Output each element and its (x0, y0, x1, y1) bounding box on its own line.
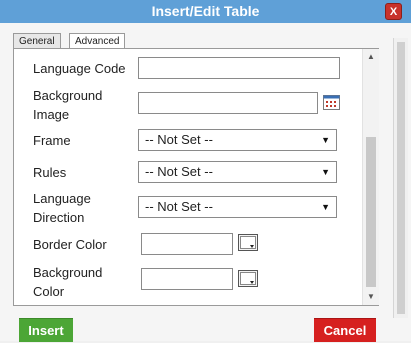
background-color-label-line1: Background (33, 265, 103, 280)
background-color-label-line2: Color (33, 284, 65, 299)
background-image-label-line2: Image (33, 107, 70, 122)
scroll-up-icon[interactable]: ▲ (363, 49, 379, 65)
rules-select-value: -- Not Set -- (145, 164, 213, 179)
language-code-input[interactable] (138, 57, 340, 79)
browse-icon[interactable] (323, 95, 340, 110)
rules-select[interactable]: -- Not Set -- ▼ (138, 161, 337, 183)
cancel-button[interactable]: Cancel (314, 318, 376, 342)
dialog-titlebar[interactable]: Insert/Edit Table X (0, 0, 411, 24)
frame-label: Frame (33, 133, 71, 148)
dialog-title: Insert/Edit Table (151, 3, 260, 19)
border-color-input[interactable] (141, 233, 233, 255)
language-direction-select-value: -- Not Set -- (145, 199, 213, 214)
chevron-down-icon: ▼ (321, 135, 330, 145)
chevron-down-icon: ▼ (321, 167, 330, 177)
color-picker-icon[interactable] (238, 234, 258, 251)
close-button[interactable]: X (385, 3, 402, 20)
tab-general[interactable]: General (13, 33, 61, 49)
border-color-label: Border Color (33, 237, 107, 252)
frame-select[interactable]: -- Not Set -- ▼ (138, 129, 337, 151)
language-direction-label-line1: Language (33, 191, 91, 206)
background-color-input[interactable] (141, 268, 233, 290)
language-direction-select[interactable]: -- Not Set -- ▼ (138, 196, 337, 218)
dialog-scroll-thumb[interactable] (397, 42, 405, 314)
dialog-scrollbar[interactable] (393, 38, 408, 318)
scroll-down-icon[interactable]: ▼ (363, 289, 379, 305)
scroll-thumb[interactable] (366, 137, 376, 287)
insert-button[interactable]: Insert (19, 318, 73, 342)
frame-select-value: -- Not Set -- (145, 132, 213, 147)
chevron-down-icon: ▼ (321, 202, 330, 212)
panel-scrollbar[interactable]: ▲ ▼ (362, 49, 379, 305)
language-code-label: Language Code (33, 61, 126, 76)
rules-label: Rules (33, 165, 67, 180)
language-direction-label-line2: Direction (33, 210, 85, 225)
background-image-label-line1: Background (33, 88, 103, 103)
background-image-input[interactable] (138, 92, 318, 114)
color-picker-icon[interactable] (238, 270, 258, 287)
